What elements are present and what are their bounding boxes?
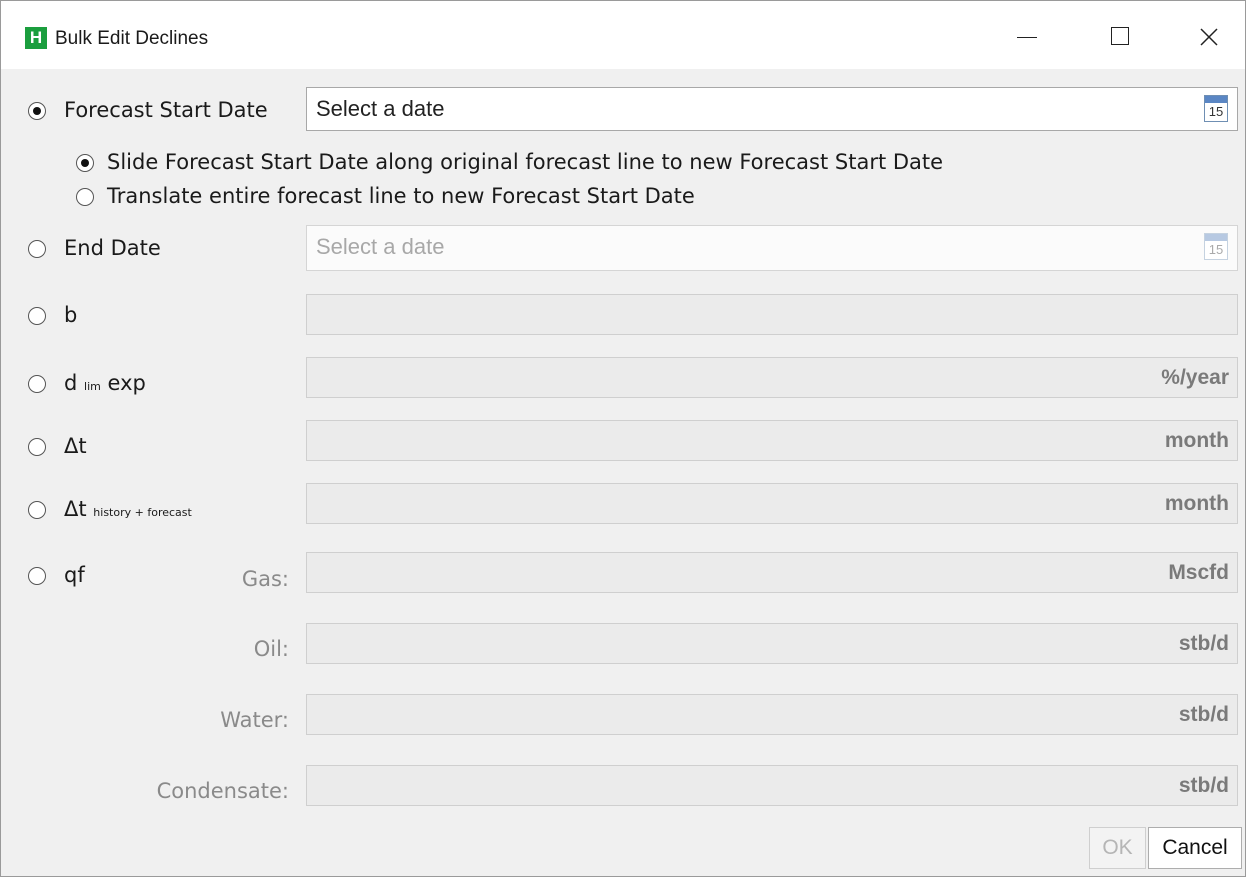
b-input[interactable]: [306, 294, 1238, 335]
d-lim-exp-radio[interactable]: [28, 375, 46, 393]
qf-radio[interactable]: [28, 567, 46, 585]
delta-t-history-forecast-label: Δt history + forecast: [64, 497, 192, 521]
bulk-edit-declines-dialog: H Bulk Edit Declines Forecast Start Date…: [0, 0, 1246, 877]
b-label: b: [64, 303, 78, 327]
delta-t-radio[interactable]: [28, 438, 46, 456]
close-icon: [1200, 28, 1218, 46]
qf-condensate-label: Condensate:: [156, 779, 289, 803]
qf-gas-input[interactable]: Mscfd: [306, 552, 1238, 593]
end-date-radio[interactable]: [28, 240, 46, 258]
cancel-button[interactable]: Cancel: [1148, 827, 1242, 869]
delta-t-label: Δt: [64, 434, 87, 458]
delta-t-history-forecast-input[interactable]: month: [306, 483, 1238, 524]
ok-button[interactable]: OK: [1089, 827, 1146, 869]
calendar-icon[interactable]: 15: [1204, 95, 1228, 122]
app-logo-icon: H: [25, 27, 47, 49]
qf-gas-unit: Mscfd: [1168, 561, 1229, 584]
end-date-placeholder: Select a date: [316, 234, 445, 259]
delta-t-unit: month: [1164, 429, 1229, 452]
qf-oil-label: Oil:: [253, 637, 289, 661]
calendar-icon[interactable]: 15: [1204, 233, 1228, 260]
forecast-start-date-label: Forecast Start Date: [64, 98, 268, 122]
forecast-start-date-placeholder: Select a date: [316, 96, 445, 121]
qf-label: qf: [64, 563, 85, 587]
maximize-button[interactable]: [1091, 15, 1151, 59]
qf-condensate-unit: stb/d: [1178, 774, 1229, 797]
slide-forecast-radio[interactable]: [76, 154, 94, 172]
translate-forecast-radio[interactable]: [76, 188, 94, 206]
b-radio[interactable]: [28, 307, 46, 325]
forecast-start-date-radio[interactable]: [28, 102, 46, 120]
qf-oil-unit: stb/d: [1178, 632, 1229, 655]
window-title: Bulk Edit Declines: [55, 28, 209, 49]
translate-forecast-label: Translate entire forecast line to new Fo…: [107, 184, 695, 208]
slide-forecast-label: Slide Forecast Start Date along original…: [107, 150, 944, 174]
qf-oil-input[interactable]: stb/d: [306, 623, 1238, 664]
d-lim-exp-unit: %/year: [1161, 366, 1229, 389]
qf-condensate-input[interactable]: stb/d: [306, 765, 1238, 806]
forecast-start-date-picker[interactable]: Select a date 15: [306, 87, 1238, 131]
qf-water-unit: stb/d: [1178, 703, 1229, 726]
qf-water-input[interactable]: stb/d: [306, 694, 1238, 735]
close-button[interactable]: [1179, 15, 1239, 59]
end-date-label: End Date: [64, 236, 161, 260]
qf-gas-label: Gas:: [241, 567, 289, 591]
d-lim-exp-input[interactable]: %/year: [306, 357, 1238, 398]
delta-t-input[interactable]: month: [306, 420, 1238, 461]
minimize-button[interactable]: [997, 15, 1057, 59]
d-lim-exp-label: d lim exp: [64, 371, 146, 395]
end-date-picker[interactable]: Select a date 15: [306, 225, 1238, 271]
title-bar: H Bulk Edit Declines: [1, 1, 1245, 69]
qf-water-label: Water:: [220, 708, 289, 732]
delta-t-history-forecast-unit: month: [1164, 492, 1229, 515]
delta-t-history-forecast-radio[interactable]: [28, 501, 46, 519]
